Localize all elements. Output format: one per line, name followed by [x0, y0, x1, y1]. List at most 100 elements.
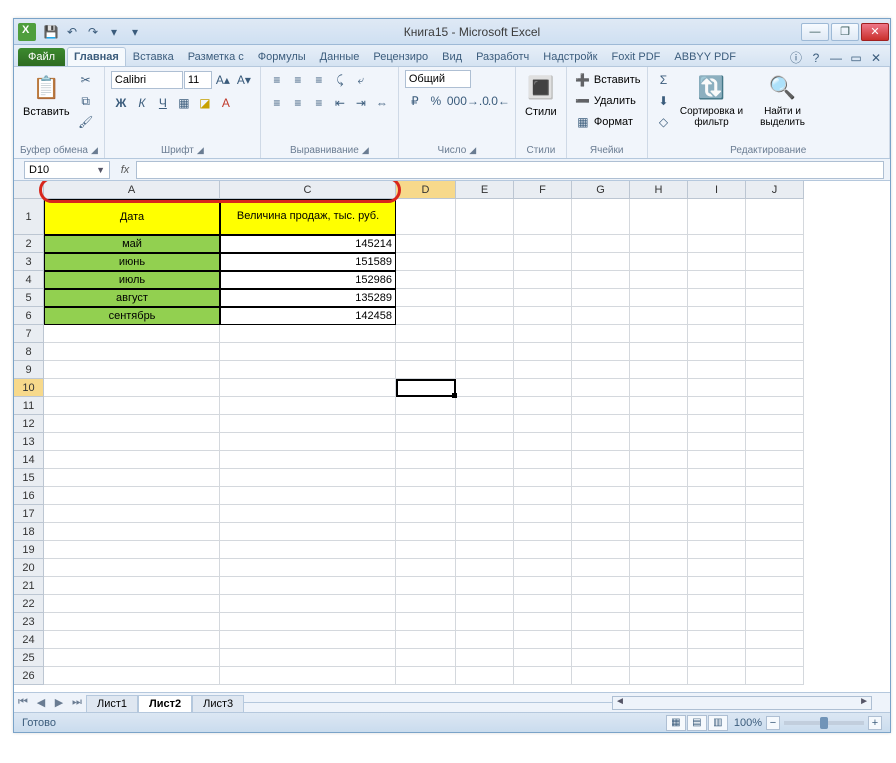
cell-E22[interactable]: [456, 595, 514, 613]
cell-F1[interactable]: [514, 199, 572, 235]
cell-A18[interactable]: [44, 523, 220, 541]
cell-H11[interactable]: [630, 397, 688, 415]
cell-D23[interactable]: [396, 613, 456, 631]
cell-E20[interactable]: [456, 559, 514, 577]
cell-J17[interactable]: [746, 505, 804, 523]
cell-F6[interactable]: [514, 307, 572, 325]
cell-E3[interactable]: [456, 253, 514, 271]
minimize-button[interactable]: —: [801, 23, 829, 41]
align-left-button[interactable]: ≡: [267, 93, 287, 113]
cell-I8[interactable]: [688, 343, 746, 361]
cell-G19[interactable]: [572, 541, 630, 559]
cell-J24[interactable]: [746, 631, 804, 649]
row-header-14[interactable]: 14: [14, 451, 44, 469]
row-header-17[interactable]: 17: [14, 505, 44, 523]
ribbon-tab-5[interactable]: Рецензиро: [366, 47, 435, 66]
cell-H7[interactable]: [630, 325, 688, 343]
fill-color-button[interactable]: ◪: [195, 93, 215, 113]
row-header-2[interactable]: 2: [14, 235, 44, 253]
cell-E18[interactable]: [456, 523, 514, 541]
cell-C26[interactable]: [220, 667, 396, 685]
row-header-4[interactable]: 4: [14, 271, 44, 289]
font-name-input[interactable]: [111, 71, 183, 89]
formula-input[interactable]: [136, 161, 884, 179]
shrink-font-button[interactable]: A▾: [234, 70, 254, 90]
cell-A4[interactable]: июль: [44, 271, 220, 289]
cell-D9[interactable]: [396, 361, 456, 379]
cell-H5[interactable]: [630, 289, 688, 307]
cell-I23[interactable]: [688, 613, 746, 631]
copy-button[interactable]: ⧉: [76, 91, 96, 111]
cell-H22[interactable]: [630, 595, 688, 613]
cell-C2[interactable]: 145214: [220, 235, 396, 253]
cell-E2[interactable]: [456, 235, 514, 253]
orientation-button[interactable]: ⤹: [330, 70, 350, 90]
cell-F9[interactable]: [514, 361, 572, 379]
cell-D24[interactable]: [396, 631, 456, 649]
cell-A16[interactable]: [44, 487, 220, 505]
cell-C3[interactable]: 151589: [220, 253, 396, 271]
cell-D8[interactable]: [396, 343, 456, 361]
cell-H9[interactable]: [630, 361, 688, 379]
sheet-tab-Лист2[interactable]: Лист2: [138, 695, 192, 712]
row-header-3[interactable]: 3: [14, 253, 44, 271]
qat-more-2[interactable]: ▾: [126, 23, 144, 41]
cell-J1[interactable]: [746, 199, 804, 235]
cell-F18[interactable]: [514, 523, 572, 541]
cell-E9[interactable]: [456, 361, 514, 379]
cell-G13[interactable]: [572, 433, 630, 451]
row-header-22[interactable]: 22: [14, 595, 44, 613]
cell-G2[interactable]: [572, 235, 630, 253]
cell-H13[interactable]: [630, 433, 688, 451]
cell-J14[interactable]: [746, 451, 804, 469]
cell-C6[interactable]: 142458: [220, 307, 396, 325]
cell-F4[interactable]: [514, 271, 572, 289]
merge-button[interactable]: ⇔: [372, 93, 392, 113]
cell-G14[interactable]: [572, 451, 630, 469]
cell-E17[interactable]: [456, 505, 514, 523]
cell-A1[interactable]: Дата: [44, 199, 220, 235]
cell-A21[interactable]: [44, 577, 220, 595]
cell-H1[interactable]: [630, 199, 688, 235]
sort-filter-button[interactable]: 🔃 Сортировка и фильтр: [677, 70, 747, 130]
ribbon-tab-6[interactable]: Вид: [435, 47, 469, 66]
row-header-26[interactable]: 26: [14, 667, 44, 685]
cell-G4[interactable]: [572, 271, 630, 289]
align-right-button[interactable]: ≡: [309, 93, 329, 113]
cell-J16[interactable]: [746, 487, 804, 505]
cell-E16[interactable]: [456, 487, 514, 505]
cell-F25[interactable]: [514, 649, 572, 667]
align-top-button[interactable]: ≡: [267, 70, 287, 90]
cell-E21[interactable]: [456, 577, 514, 595]
cell-J6[interactable]: [746, 307, 804, 325]
chevron-down-icon[interactable]: ▼: [96, 165, 105, 175]
cell-C13[interactable]: [220, 433, 396, 451]
cell-D6[interactable]: [396, 307, 456, 325]
ribbon-tab-1[interactable]: Вставка: [126, 47, 181, 66]
select-all-corner[interactable]: [14, 181, 44, 199]
cell-A7[interactable]: [44, 325, 220, 343]
cell-H3[interactable]: [630, 253, 688, 271]
delete-cells-icon[interactable]: ➖: [573, 91, 593, 111]
zoom-in-button[interactable]: +: [868, 716, 882, 730]
row-header-19[interactable]: 19: [14, 541, 44, 559]
cell-E5[interactable]: [456, 289, 514, 307]
cell-H19[interactable]: [630, 541, 688, 559]
cell-F23[interactable]: [514, 613, 572, 631]
cell-G15[interactable]: [572, 469, 630, 487]
cell-E15[interactable]: [456, 469, 514, 487]
cell-D12[interactable]: [396, 415, 456, 433]
cut-button[interactable]: ✂: [76, 70, 96, 90]
cell-A20[interactable]: [44, 559, 220, 577]
cell-C24[interactable]: [220, 631, 396, 649]
cell-A23[interactable]: [44, 613, 220, 631]
cell-C20[interactable]: [220, 559, 396, 577]
cell-E25[interactable]: [456, 649, 514, 667]
cell-F26[interactable]: [514, 667, 572, 685]
ribbon-tab-3[interactable]: Формулы: [251, 47, 313, 66]
cell-D7[interactable]: [396, 325, 456, 343]
column-header-D[interactable]: D: [396, 181, 456, 199]
cell-G18[interactable]: [572, 523, 630, 541]
column-header-H[interactable]: H: [630, 181, 688, 199]
cell-D17[interactable]: [396, 505, 456, 523]
